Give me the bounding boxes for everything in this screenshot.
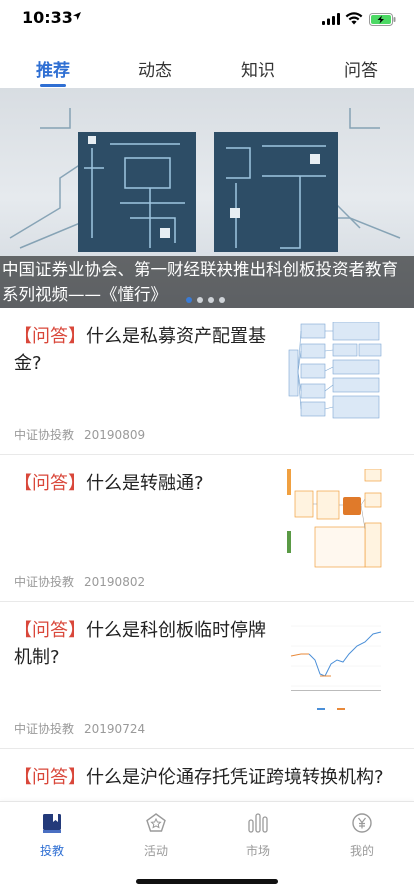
tab-news[interactable]: 动态 bbox=[125, 56, 185, 81]
article-title: 【问答】什么是私募资产配置基金? bbox=[14, 323, 276, 377]
nav-item-activity[interactable]: 活动 bbox=[116, 812, 196, 859]
top-tab-bar: 推荐 动态 知识 问答 bbox=[0, 48, 414, 88]
article-title: 【问答】什么是沪伦通存托凭证跨境转换机构? bbox=[14, 764, 404, 791]
cellular-signal-icon bbox=[322, 13, 340, 25]
article-title: 【问答】什么是转融通? bbox=[14, 470, 276, 497]
carousel-dot[interactable] bbox=[197, 297, 203, 303]
article-date: 20190809 bbox=[84, 428, 146, 442]
wifi-icon bbox=[345, 12, 363, 25]
list-item[interactable]: 【问答】什么是私募资产配置基金? 中证协投教 20190809 bbox=[0, 308, 414, 455]
home-indicator[interactable] bbox=[136, 879, 278, 884]
article-thumbnail bbox=[287, 616, 383, 716]
list-item[interactable]: 【问答】什么是沪伦通存托凭证跨境转换机构? bbox=[0, 749, 414, 809]
carousel-dot[interactable] bbox=[208, 297, 214, 303]
list-item[interactable]: 【问答】什么是科创板临时停牌机制? 中证协投教 20190724 bbox=[0, 602, 414, 749]
article-meta: 中证协投教 20190724 bbox=[14, 720, 145, 737]
nav-label: 市场 bbox=[245, 844, 270, 858]
battery-charging-icon bbox=[369, 13, 396, 26]
list-item[interactable]: 【问答】什么是转融通? 中证协投教 20190802 bbox=[0, 455, 414, 602]
nav-label: 我的 bbox=[349, 844, 374, 858]
tab-qa[interactable]: 问答 bbox=[331, 56, 391, 81]
active-tab-indicator bbox=[40, 84, 66, 87]
article-title-text: 什么是沪伦通存托凭证跨境转换机构? bbox=[86, 767, 384, 788]
banner-image bbox=[9, 108, 401, 252]
nav-item-me[interactable]: 我的 bbox=[322, 812, 402, 859]
article-tag: 【问答】 bbox=[14, 767, 86, 788]
article-title: 【问答】什么是科创板临时停牌机制? bbox=[14, 617, 276, 671]
article-thumbnail bbox=[287, 469, 383, 569]
banner-carousel[interactable]: 懂行 中国证券业协会、第一财经联袂推出科创板投资者教育系列视频——《懂行》 bbox=[0, 88, 414, 308]
tab-recommend[interactable]: 推荐 bbox=[23, 56, 83, 81]
pentagon-star-icon bbox=[146, 813, 166, 832]
article-list: 【问答】什么是私募资产配置基金? 中证协投教 20190809 【问答】什么是转融… bbox=[0, 308, 414, 809]
nav-label: 活动 bbox=[143, 844, 168, 858]
yen-circle-icon bbox=[352, 813, 372, 833]
article-source: 中证协投教 bbox=[14, 428, 75, 442]
article-tag: 【问答】 bbox=[14, 473, 86, 494]
status-bar: 10:33 bbox=[0, 0, 414, 44]
article-date: 20190724 bbox=[84, 722, 146, 736]
article-tag: 【问答】 bbox=[14, 326, 86, 347]
tab-knowledge[interactable]: 知识 bbox=[228, 56, 288, 81]
article-source: 中证协投教 bbox=[14, 722, 75, 736]
carousel-dots bbox=[186, 288, 230, 307]
article-source: 中证协投教 bbox=[14, 575, 75, 589]
nav-item-education[interactable]: 投教 bbox=[12, 812, 92, 859]
nav-label: 投教 bbox=[39, 844, 64, 858]
status-time: 10:33 bbox=[22, 8, 73, 27]
article-thumbnail bbox=[287, 322, 383, 422]
location-arrow-icon bbox=[73, 12, 81, 20]
article-meta: 中证协投教 20190809 bbox=[14, 426, 145, 443]
article-meta: 中证协投教 20190802 bbox=[14, 573, 145, 590]
article-title-text: 什么是转融通? bbox=[86, 473, 204, 494]
nav-item-market[interactable]: 市场 bbox=[218, 812, 298, 859]
book-icon bbox=[43, 814, 61, 833]
carousel-dot[interactable] bbox=[186, 297, 192, 303]
app-screen: 10:33 推荐 动态 知识 问答 中国证券业协会、第一财经联袂推出科创板投资者… bbox=[0, 0, 414, 896]
bars-icon bbox=[248, 813, 268, 833]
carousel-dot[interactable] bbox=[219, 297, 225, 303]
article-date: 20190802 bbox=[84, 575, 146, 589]
article-tag: 【问答】 bbox=[14, 620, 86, 641]
